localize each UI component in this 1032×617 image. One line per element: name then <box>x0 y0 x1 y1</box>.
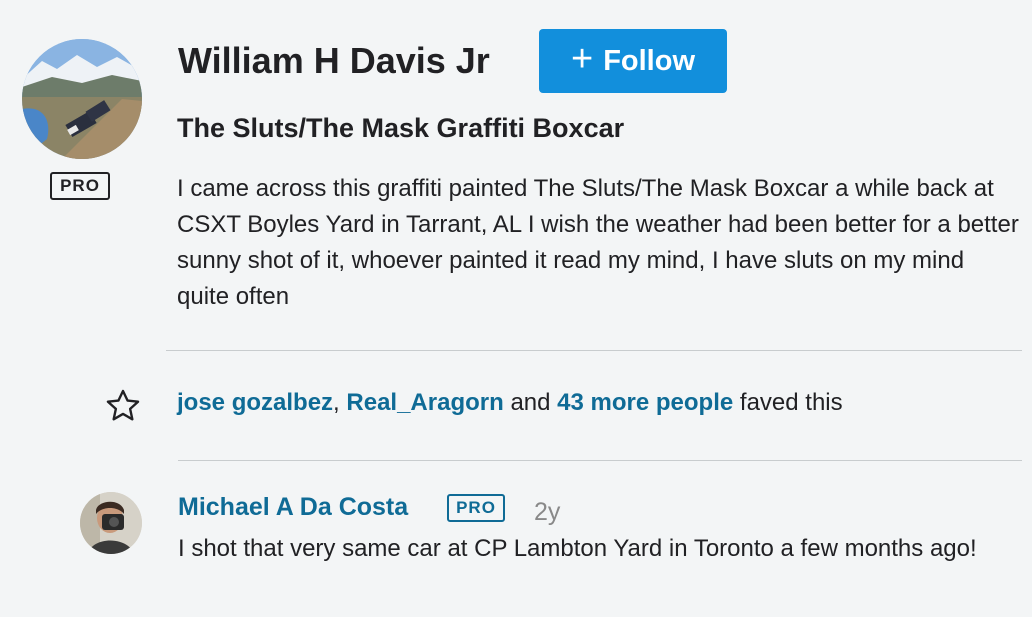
comment-text: I shot that very same car at CP Lambton … <box>178 535 977 562</box>
follow-button[interactable]: + Follow <box>539 29 727 93</box>
commenter-pro-badge: PRO <box>447 494 505 522</box>
commenter-avatar-image <box>80 492 142 554</box>
faves-and-text: and <box>510 389 551 416</box>
photo-description: I came across this graffiti painted The … <box>177 175 1019 310</box>
plus-icon: + <box>570 38 594 80</box>
owner-name[interactable]: William H Davis Jr <box>178 40 490 82</box>
owner-pro-badge: PRO <box>50 172 110 200</box>
commenter-avatar[interactable] <box>80 492 142 554</box>
star-icon[interactable] <box>104 387 142 425</box>
faves-suffix: faved this <box>739 389 843 416</box>
follow-label: Follow <box>603 44 696 77</box>
fave-separator: , <box>333 389 340 416</box>
comment-author-link[interactable]: Michael A Da Costa <box>178 493 408 522</box>
faves-more-link[interactable]: 43 more people <box>557 389 733 416</box>
divider <box>166 350 1022 351</box>
fave-user-link[interactable]: Real_Aragorn <box>346 389 503 416</box>
faves-summary: jose gozalbez, Real_Aragorn and 43 more … <box>177 389 843 417</box>
owner-avatar[interactable] <box>22 39 142 159</box>
owner-avatar-image <box>22 39 142 159</box>
comment-age[interactable]: 2y <box>534 498 560 527</box>
fave-user-link[interactable]: jose gozalbez <box>177 389 333 416</box>
photo-title: The Sluts/The Mask Graffiti Boxcar <box>177 113 625 143</box>
divider <box>178 460 1022 461</box>
